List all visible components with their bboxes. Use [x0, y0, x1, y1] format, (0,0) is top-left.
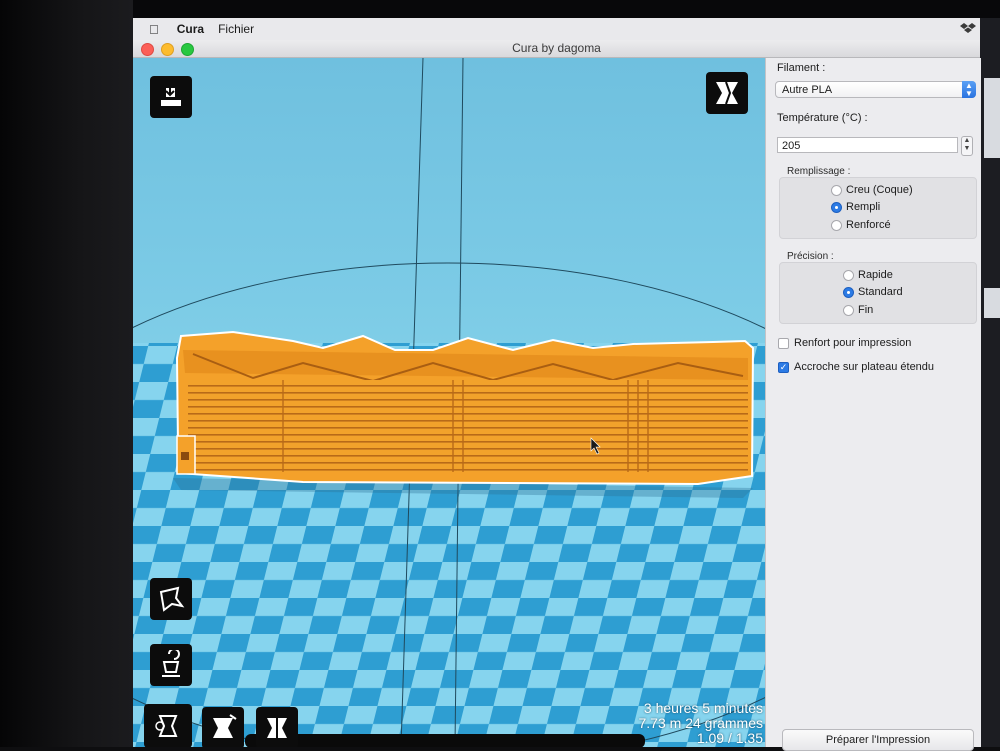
infill-option-filled[interactable]: Rempli	[831, 201, 880, 213]
filament-label: Filament :	[777, 62, 826, 74]
filament-value: Autre PLA	[782, 84, 833, 96]
menu-bar:  Cura Fichier	[133, 18, 980, 41]
window-title: Cura by dagoma	[512, 41, 601, 55]
menu-file[interactable]: Fichier	[218, 22, 254, 36]
monitor-bezel-top	[0, 0, 1000, 18]
background-window-edge	[980, 18, 1000, 747]
settings-panel: Filament : Autre PLA ▲ ▼ Température (°C)…	[765, 58, 981, 751]
temperature-input[interactable]: 205	[777, 137, 958, 153]
minimize-window-button[interactable]	[161, 43, 174, 56]
view-mode-button[interactable]	[706, 72, 748, 114]
mirror-tool-button[interactable]	[202, 707, 244, 747]
3d-viewport[interactable]: 3 heures 5 minutes 7.73 m 24 grammes 1.0…	[133, 58, 765, 747]
cura-window: Cura by dagoma 3 heures 5 minutes 7.73 m…	[133, 40, 981, 751]
view-mode-icon	[716, 81, 738, 105]
brim-checkbox[interactable]: ✓ Accroche sur plateau étendu	[778, 361, 934, 373]
load-model-button[interactable]	[150, 76, 192, 118]
mirror-icon	[213, 714, 237, 738]
precision-option-fast[interactable]: Rapide	[843, 269, 893, 281]
infill-title: Remplissage :	[787, 166, 851, 177]
window-titlebar: Cura by dagoma	[133, 40, 980, 58]
select-arrows-icon: ▲ ▼	[962, 81, 976, 98]
rotate-tool-button[interactable]	[150, 578, 192, 620]
filament-select[interactable]: Autre PLA ▲ ▼	[775, 81, 976, 98]
scale-tool-button[interactable]	[144, 704, 192, 747]
apple-menu-icon[interactable]: 	[149, 22, 159, 37]
dropbox-icon[interactable]	[960, 21, 976, 37]
support-checkbox[interactable]: Renfort pour impression	[778, 337, 911, 349]
scale-icon	[155, 715, 178, 737]
temperature-stepper[interactable]: ▲ ▼	[961, 136, 973, 156]
load-model-icon	[161, 86, 181, 106]
prepare-print-button[interactable]: Préparer l'Impression	[782, 729, 974, 751]
lay-flat-icon	[162, 650, 180, 677]
checkmark-icon: ✓	[778, 361, 789, 373]
split-icon	[267, 718, 287, 738]
monitor-bezel-left	[0, 0, 133, 747]
temperature-value: 205	[782, 140, 801, 152]
build-plate-scene[interactable]	[133, 58, 765, 747]
precision-option-fine[interactable]: Fin	[843, 304, 873, 316]
print-time: 3 heures 5 minutes	[643, 700, 763, 716]
split-tool-button[interactable]	[256, 707, 298, 747]
temperature-label: Température (°C) :	[777, 112, 868, 124]
rotate-icon	[159, 586, 185, 612]
print-stats: 3 heures 5 minutes 7.73 m 24 grammes 1.0…	[639, 701, 764, 746]
zoom-window-button[interactable]	[181, 43, 194, 56]
model-object[interactable]	[175, 330, 755, 486]
precision-title: Précision :	[787, 251, 834, 262]
lay-flat-button[interactable]	[150, 644, 192, 686]
infill-option-reinforced[interactable]: Renforcé	[831, 219, 891, 231]
infill-option-hollow[interactable]: Creu (Coque)	[831, 184, 913, 196]
menu-app-name[interactable]: Cura	[177, 22, 204, 36]
print-ratio: 1.09 / 1.35	[696, 730, 763, 746]
close-window-button[interactable]	[141, 43, 154, 56]
precision-option-standard[interactable]: Standard	[843, 286, 903, 298]
filament-usage: 7.73 m 24 grammes	[638, 715, 764, 731]
